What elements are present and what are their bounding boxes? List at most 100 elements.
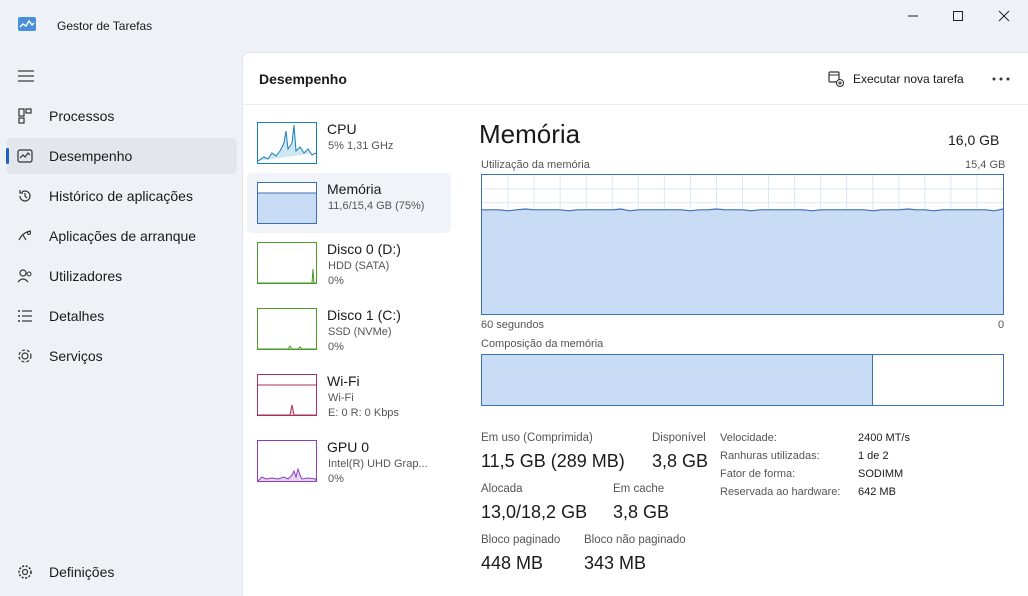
device-wifi[interactable]: Wi-Fi Wi-Fi E: 0 R: 0 Kbps: [247, 365, 451, 425]
slots-label: Ranhuras utilizadas:: [720, 450, 820, 462]
hardware-reserved-value: 642 MB: [858, 486, 896, 498]
device-subtitle: HDD (SATA): [328, 260, 390, 272]
minimize-icon: [908, 15, 918, 17]
title-bar: Gestor de Tarefas: [0, 0, 1028, 52]
wifi-thumbnail-graph: [257, 374, 317, 416]
sidebar-item-performance[interactable]: Desempenho: [6, 138, 237, 174]
more-options-button[interactable]: [989, 69, 1013, 89]
in-use-label: Em uso (Comprimida): [481, 432, 593, 444]
memory-title: Memória: [479, 119, 581, 149]
disk0-thumbnail-graph: [257, 242, 317, 284]
run-new-task-button[interactable]: Executar nova tarefa: [827, 68, 964, 90]
available-value: 3,8 GB: [652, 451, 709, 471]
device-usage: 0%: [328, 275, 344, 287]
device-name: CPU: [327, 121, 357, 137]
sidebar-item-startup-apps[interactable]: Aplicações de arranque: [6, 218, 237, 254]
disk1-thumbnail-graph: [257, 308, 317, 350]
sidebar-item-details[interactable]: Detalhes: [6, 298, 237, 334]
device-disk-1[interactable]: Disco 1 (C:) SSD (NVMe) 0%: [247, 299, 451, 359]
available-label: Disponível: [652, 432, 706, 444]
sidebar: Processos Desempenho Histórico de aplica…: [0, 52, 242, 596]
startup-icon: [16, 227, 34, 245]
usage-graph-label: Utilização da memória: [481, 159, 590, 171]
usage-graph-max: 15,4 GB: [965, 159, 1006, 171]
more-icon: [992, 77, 1010, 81]
time-axis-right-label: 0: [998, 319, 1005, 331]
main-panel: Desempenho Executar nova tarefa CPU 5% 1…: [242, 52, 1028, 596]
device-subtitle: 11,6/15,4 GB (75%): [328, 200, 425, 212]
composition-in-use-segment[interactable]: [482, 355, 873, 405]
cpu-thumbnail-graph: [257, 122, 317, 164]
speed-value: 2400 MT/s: [858, 432, 910, 444]
close-icon: [998, 10, 1010, 22]
device-memory[interactable]: Memória 11,6/15,4 GB (75%): [247, 173, 451, 233]
device-name: GPU 0: [327, 439, 370, 455]
services-icon: [16, 347, 34, 365]
performance-icon: [16, 147, 34, 165]
memory-usage-graph: [481, 174, 1004, 315]
processes-icon: [16, 107, 34, 125]
committed-value: 13,0/18,2 GB: [481, 502, 588, 522]
cached-value: 3,8 GB: [613, 502, 670, 522]
form-factor-value: SODIMM: [858, 468, 904, 480]
hardware-reserved-label: Reservada ao hardware:: [720, 486, 841, 498]
slots-value: 1 de 2: [858, 450, 889, 462]
memory-thumbnail-graph: [257, 182, 317, 224]
nonpaged-pool-value: 343 MB: [584, 553, 647, 573]
device-cpu[interactable]: CPU 5% 1,31 GHz: [247, 113, 451, 173]
hamburger-menu-button[interactable]: [16, 68, 36, 84]
paged-pool-value: 448 MB: [481, 553, 544, 573]
device-subtitle: 5% 1,31 GHz: [328, 140, 394, 152]
memory-usage-area: [482, 209, 1003, 314]
page-title: Desempenho: [259, 71, 347, 87]
memory-total: 16,0 GB: [948, 132, 1000, 148]
maximize-button[interactable]: [935, 0, 981, 32]
device-subtitle: Wi-Fi: [328, 392, 354, 404]
maximize-icon: [953, 11, 963, 21]
details-icon: [16, 307, 34, 325]
run-task-icon: [827, 70, 845, 88]
device-disk-0[interactable]: Disco 0 (D:) HDD (SATA) 0%: [247, 233, 451, 293]
window-title: Gestor de Tarefas: [57, 19, 153, 33]
composition-label: Composição da memória: [481, 338, 604, 350]
sidebar-item-services[interactable]: Serviços: [6, 338, 237, 374]
run-task-label: Executar nova tarefa: [853, 72, 964, 86]
sidebar-item-label: Aplicações de arranque: [49, 228, 197, 244]
device-gpu-0[interactable]: GPU 0 Intel(R) UHD Grap... 0%: [247, 431, 451, 491]
users-icon: [16, 267, 34, 285]
hamburger-icon: [18, 70, 34, 82]
device-name: Memória: [327, 181, 382, 197]
history-icon: [16, 187, 34, 205]
minimize-button[interactable]: [890, 0, 936, 32]
memory-composition-bar: [481, 354, 1004, 406]
gpu-thumbnail-graph: [257, 440, 317, 482]
speed-label: Velocidade:: [720, 432, 777, 444]
close-button[interactable]: [981, 0, 1027, 32]
sidebar-item-label: Detalhes: [49, 308, 105, 324]
device-usage: 0%: [328, 473, 344, 485]
device-subtitle: Intel(R) UHD Grap...: [328, 458, 428, 470]
sidebar-item-label: Serviços: [49, 348, 103, 364]
cached-label: Em cache: [613, 483, 665, 495]
gear-icon: [16, 563, 34, 581]
time-axis-left-label: 60 segundos: [481, 319, 544, 331]
in-use-value: 11,5 GB (289 MB): [481, 451, 625, 471]
sidebar-item-label: Definições: [49, 564, 115, 580]
sidebar-item-label: Utilizadores: [49, 268, 123, 284]
memory-usage-chart: [482, 175, 1004, 314]
main-header: Desempenho Executar nova tarefa: [243, 53, 1028, 105]
nonpaged-pool-label: Bloco não paginado: [584, 534, 686, 546]
device-name: Disco 1 (C:): [327, 307, 401, 323]
device-name: Wi-Fi: [327, 373, 360, 389]
sidebar-item-label: Processos: [49, 108, 115, 124]
device-throughput: E: 0 R: 0 Kbps: [328, 407, 399, 419]
device-usage: 0%: [328, 341, 344, 353]
sidebar-item-app-history[interactable]: Histórico de aplicações: [6, 178, 237, 214]
sidebar-item-label: Histórico de aplicações: [49, 188, 193, 204]
sidebar-item-processes[interactable]: Processos: [6, 98, 237, 134]
committed-label: Alocada: [481, 483, 523, 495]
sidebar-item-label: Desempenho: [49, 148, 133, 164]
active-indicator: [6, 148, 9, 164]
sidebar-item-users[interactable]: Utilizadores: [6, 258, 237, 294]
sidebar-item-settings[interactable]: Definições: [6, 554, 237, 590]
